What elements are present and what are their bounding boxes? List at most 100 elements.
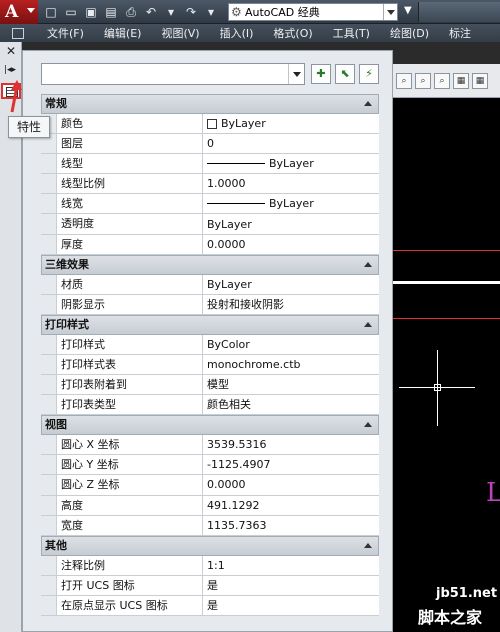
property-value[interactable]: 1:1 [203,556,379,575]
property-name: 透明度 [57,214,203,234]
property-row[interactable]: 打印表类型 颜色相关 [41,395,379,416]
property-value[interactable]: 是 [203,596,379,615]
property-name: 宽度 [57,515,203,535]
layer-icon[interactable]: ▦ [453,72,469,89]
workspace-switcher[interactable]: ⚙ AutoCAD 经典 [228,3,398,21]
document-icon[interactable] [0,24,36,42]
property-row[interactable]: 注释比例 1:1 [41,555,379,576]
property-row[interactable]: 透明度 ByLayer [41,214,379,235]
print-icon[interactable]: ⎙ [122,3,140,21]
property-value[interactable]: 是 [203,576,379,595]
property-value[interactable]: 3539.5316 [203,435,379,454]
row-gutter [41,154,57,174]
property-value[interactable]: ByLayer [203,194,379,213]
property-value[interactable]: 投射和接收阴影 [203,295,379,314]
property-row[interactable]: 打开 UCS 图标是 [41,575,379,596]
property-row[interactable]: 线型比例 1.0000 [41,174,379,195]
saveas-icon[interactable]: ▤ [102,3,120,21]
property-name: 圆心 Z 坐标 [57,475,203,495]
open-icon[interactable]: ▭ [62,3,80,21]
property-row[interactable]: 打印表附着到 模型 [41,375,379,396]
row-gutter [41,294,57,314]
workspace-label: AutoCAD 经典 [245,6,320,19]
section-header[interactable]: 打印样式 [41,314,379,335]
property-value[interactable]: monochrome.ctb [203,355,379,374]
property-value[interactable]: -1125.4907 [203,455,379,474]
property-value[interactable]: 1.0000 [203,174,379,193]
property-value[interactable]: 0.0000 [203,475,379,494]
collapse-icon[interactable] [364,321,372,327]
property-row[interactable]: 打印样式 ByColor [41,334,379,355]
menu-draw[interactable]: 绘图(D) [379,25,438,41]
property-row[interactable]: 圆心 X 坐标 3539.5316 [41,435,379,456]
section-header[interactable]: 其他 [41,535,379,556]
object-type-select[interactable] [41,63,305,85]
property-value-text: 是 [207,578,218,592]
property-value[interactable]: 模型 [203,375,379,394]
property-value[interactable]: 0.0000 [203,235,379,254]
property-row[interactable]: 厚度 0.0000 [41,234,379,255]
color-swatch-icon [207,118,217,129]
zoom-window-icon[interactable]: ⌕ [396,72,412,89]
property-row[interactable]: 高度 491.1292 [41,495,379,516]
property-row[interactable]: 阴影显示 投射和接收阴影 [41,294,379,315]
chevron-down-icon[interactable] [383,4,397,20]
property-value[interactable]: 1135.7363 [203,516,379,535]
section-header[interactable]: 三维效果 [41,254,379,275]
property-value[interactable]: ByLayer [203,114,379,133]
chevron-down-icon[interactable] [288,64,304,84]
undo-dropdown-icon[interactable]: ▾ [162,3,180,21]
new-icon[interactable]: □ [42,3,60,21]
property-row[interactable]: 打印样式表 monochrome.ctb [41,354,379,376]
row-gutter [41,455,57,475]
collapse-icon[interactable] [364,422,372,428]
close-icon[interactable]: ✕ [6,44,16,58]
zoom-realtime-icon[interactable]: ⌕ [434,72,450,89]
redo-icon[interactable]: ↷ [182,3,200,21]
layer-props-icon[interactable]: ▦ [472,72,488,89]
property-value[interactable]: ByLayer [203,154,379,173]
section-header[interactable]: 视图 [41,415,379,436]
property-value[interactable]: ByLayer [203,275,379,294]
property-value[interactable]: 491.1292 [203,496,379,515]
property-value[interactable]: ByColor [203,335,379,354]
menu-dimension[interactable]: 标注 [438,25,480,41]
property-name: 颜色 [57,114,203,134]
property-value-text: ByLayer [269,157,314,171]
drawing-canvas[interactable] [393,64,500,632]
autohide-icon[interactable]: |◂▸ [4,65,16,75]
property-row[interactable]: 在原点显示 UCS 图标是 [41,595,379,616]
property-row[interactable]: 圆心 Z 坐标 0.0000 [41,475,379,496]
property-row[interactable]: 颜色 ByLayer [41,114,379,135]
property-row[interactable]: 线型 ByLayer [41,154,379,175]
menu-format[interactable]: 格式(O) [262,25,321,41]
property-row[interactable]: 圆心 Y 坐标 -1125.4907 [41,455,379,476]
property-row[interactable]: 线宽 ByLayer [41,194,379,215]
quick-select-button[interactable]: ⚡ [359,64,379,84]
toggle-pickadd-button[interactable]: ✚ [311,64,331,84]
collapse-icon[interactable] [364,101,372,106]
property-value-text: 颜色相关 [207,398,251,412]
toolbar-overflow-icon[interactable]: ▼ [404,5,412,16]
property-row[interactable]: 宽度 1135.7363 [41,515,379,536]
select-objects-button[interactable]: ⬉ [335,64,355,84]
menu-insert[interactable]: 插入(I) [209,25,263,41]
menu-tools[interactable]: 工具(T) [322,25,379,41]
zoom-previous-icon[interactable]: ⌕ [415,72,431,89]
property-row[interactable]: 材质 ByLayer [41,274,379,295]
application-menu-button[interactable]: A [0,0,38,24]
property-value[interactable]: ByLayer [203,214,379,233]
property-value[interactable]: 0 [203,134,379,153]
collapse-icon[interactable] [364,261,372,267]
property-name: 注释比例 [57,555,203,575]
section-header[interactable]: 常规 [41,94,379,114]
menu-file[interactable]: 文件(F) [36,25,93,41]
property-row[interactable]: 图层 0 [41,134,379,155]
menu-edit[interactable]: 编辑(E) [93,25,151,41]
property-value[interactable]: 颜色相关 [203,395,379,414]
menu-view[interactable]: 视图(V) [150,25,208,41]
save-icon[interactable]: ▣ [82,3,100,21]
undo-icon[interactable]: ↶ [142,3,160,21]
collapse-icon[interactable] [364,542,372,548]
redo-dropdown-icon[interactable]: ▾ [202,3,220,21]
